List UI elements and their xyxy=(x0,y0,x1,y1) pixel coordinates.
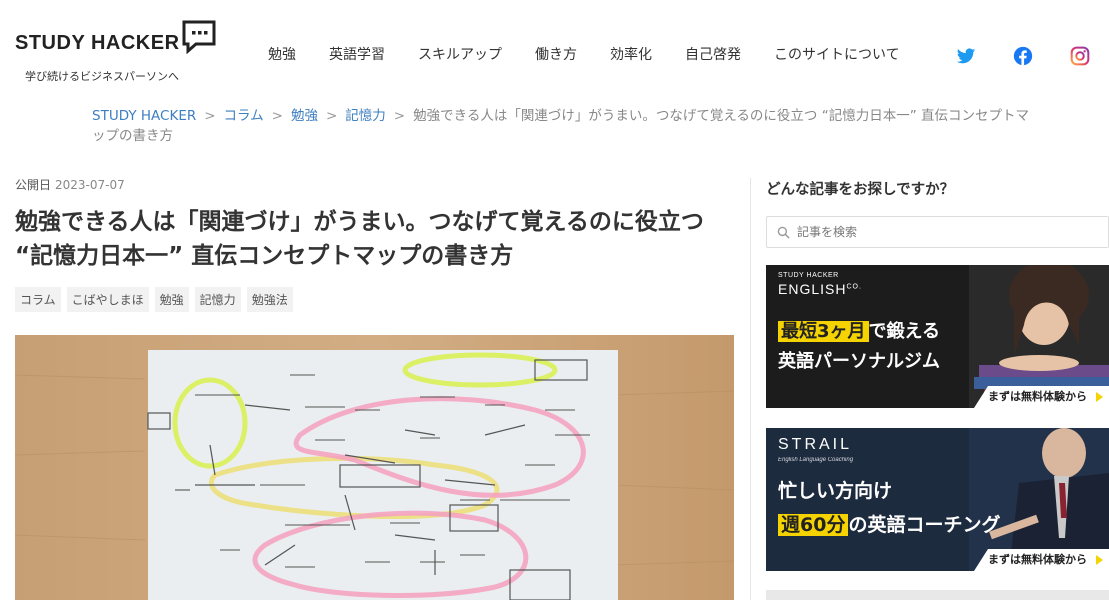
site-header: STUDY HACKER 学び続けるビジネスパーソンへ 勉強 英語学習 スキルア… xyxy=(0,0,1109,100)
search-input[interactable] xyxy=(797,222,1097,242)
column-divider xyxy=(750,178,751,600)
banner-brand-sup: CO. xyxy=(846,283,862,291)
banner-subline-rest: の英語コーチング xyxy=(848,514,1001,536)
tag-item[interactable]: こばやしまほ xyxy=(66,287,149,312)
breadcrumb-column[interactable]: コラム xyxy=(224,108,264,124)
breadcrumb-separator: > xyxy=(204,108,216,124)
banner-cta-button[interactable]: まずは無料体験から xyxy=(974,386,1109,408)
nav-item-work-style[interactable]: 働き方 xyxy=(535,44,577,64)
arrow-right-icon xyxy=(1096,392,1103,402)
nav-item-efficiency[interactable]: 効率化 xyxy=(610,44,652,64)
banner-brand-top: STUDY HACKER xyxy=(778,272,839,279)
search-box[interactable] xyxy=(766,216,1109,248)
breadcrumb-home[interactable]: STUDY HACKER xyxy=(92,108,196,124)
banner-headline: 忙しい方向け xyxy=(778,480,893,502)
banner-brand-name: ENGLISH xyxy=(778,281,847,297)
breadcrumb-separator: > xyxy=(271,108,283,124)
instagram-icon[interactable] xyxy=(1070,46,1090,66)
article-header: 公開日 2023-07-07 勉強できる人は「関連づけ」がうまい。つなげて覚えるの… xyxy=(15,176,735,312)
main-nav: 勉強 英語学習 スキルアップ 働き方 効率化 自己啓発 このサイトについて xyxy=(268,44,933,64)
banner-cta-label: まずは無料体験から xyxy=(988,553,1087,566)
study-hacker-english-banner[interactable]: STUDY HACKER ENGLISHCO. 最短3ヶ月 で鍛える 英語パーソナ… xyxy=(766,265,1109,408)
banner-headline: 最短3ヶ月 で鍛える xyxy=(778,317,940,343)
site-logo[interactable]: STUDY HACKER 学び続けるビジネスパーソンへ xyxy=(15,18,225,88)
sidebar-banner-partial[interactable] xyxy=(766,590,1109,600)
twitter-icon[interactable] xyxy=(956,46,976,66)
tag-list: コラム こばやしまほ 勉強 記憶力 勉強法 xyxy=(15,287,735,312)
banner-highlight: 週60分 xyxy=(778,514,849,536)
sidebar: どんな記事をお探しですか？ STUDY HACKER ENGLISHCO. 最短… xyxy=(766,178,1109,600)
nav-item-study[interactable]: 勉強 xyxy=(268,44,296,64)
hero-concept-map-image xyxy=(15,335,734,600)
publish-label: 公開日 xyxy=(15,178,52,192)
banner-subline: 週60分 の英語コーチング xyxy=(778,510,1000,537)
article-title: 勉強できる人は「関連づけ」がうまい。つなげて覚えるのに役立つ “記憶力日本一” … xyxy=(15,209,704,269)
tag-item[interactable]: 記憶力 xyxy=(194,287,241,312)
tag-item[interactable]: コラム xyxy=(15,287,61,312)
breadcrumb: STUDY HACKER > コラム > 勉強 > 記憶力 > 勉強できる人は「関連づけ」がうま… xyxy=(92,106,1032,146)
banner-cta-button[interactable]: まずは無料体験から xyxy=(974,549,1109,571)
banner-brand: STRAIL xyxy=(778,436,853,453)
publish-info: 公開日 2023-07-07 xyxy=(15,176,735,193)
logo-text: STUDY HACKER xyxy=(15,32,180,54)
site-tagline: 学び続けるビジネスパーソンへ xyxy=(25,70,179,83)
banner-highlight: 最短3ヶ月 xyxy=(778,321,869,342)
breadcrumb-study[interactable]: 勉強 xyxy=(291,108,318,124)
nav-item-about[interactable]: このサイトについて xyxy=(774,44,900,64)
tag-item[interactable]: 勉強法 xyxy=(246,287,293,312)
banner-subline: 英語パーソナルジム xyxy=(778,351,940,372)
arrow-right-icon xyxy=(1096,555,1103,565)
breadcrumb-separator: > xyxy=(325,108,338,124)
search-icon xyxy=(777,226,790,239)
nav-item-self-development[interactable]: 自己啓発 xyxy=(685,44,741,64)
breadcrumb-separator: > xyxy=(393,108,406,124)
banner-headline-rest: で鍛える xyxy=(868,321,940,342)
banner-cta-label: まずは無料体験から xyxy=(988,390,1087,403)
breadcrumb-memory[interactable]: 記憶力 xyxy=(345,108,386,124)
banner-brand: ENGLISHCO. xyxy=(778,281,862,297)
nav-item-english[interactable]: 英語学習 xyxy=(329,44,385,64)
strail-coaching-banner[interactable]: STRAIL English Language Coaching 忙しい方向け … xyxy=(766,428,1109,571)
sidebar-title: どんな記事をお探しですか？ xyxy=(766,182,955,198)
banner-brand-sub: English Language Coaching xyxy=(778,457,854,463)
publish-date: 2023-07-07 xyxy=(55,178,125,192)
nav-item-skillup[interactable]: スキルアップ xyxy=(418,44,502,64)
tag-item[interactable]: 勉強 xyxy=(154,287,189,312)
facebook-icon[interactable] xyxy=(1013,46,1033,66)
speech-bubble-logo-icon xyxy=(182,20,216,54)
